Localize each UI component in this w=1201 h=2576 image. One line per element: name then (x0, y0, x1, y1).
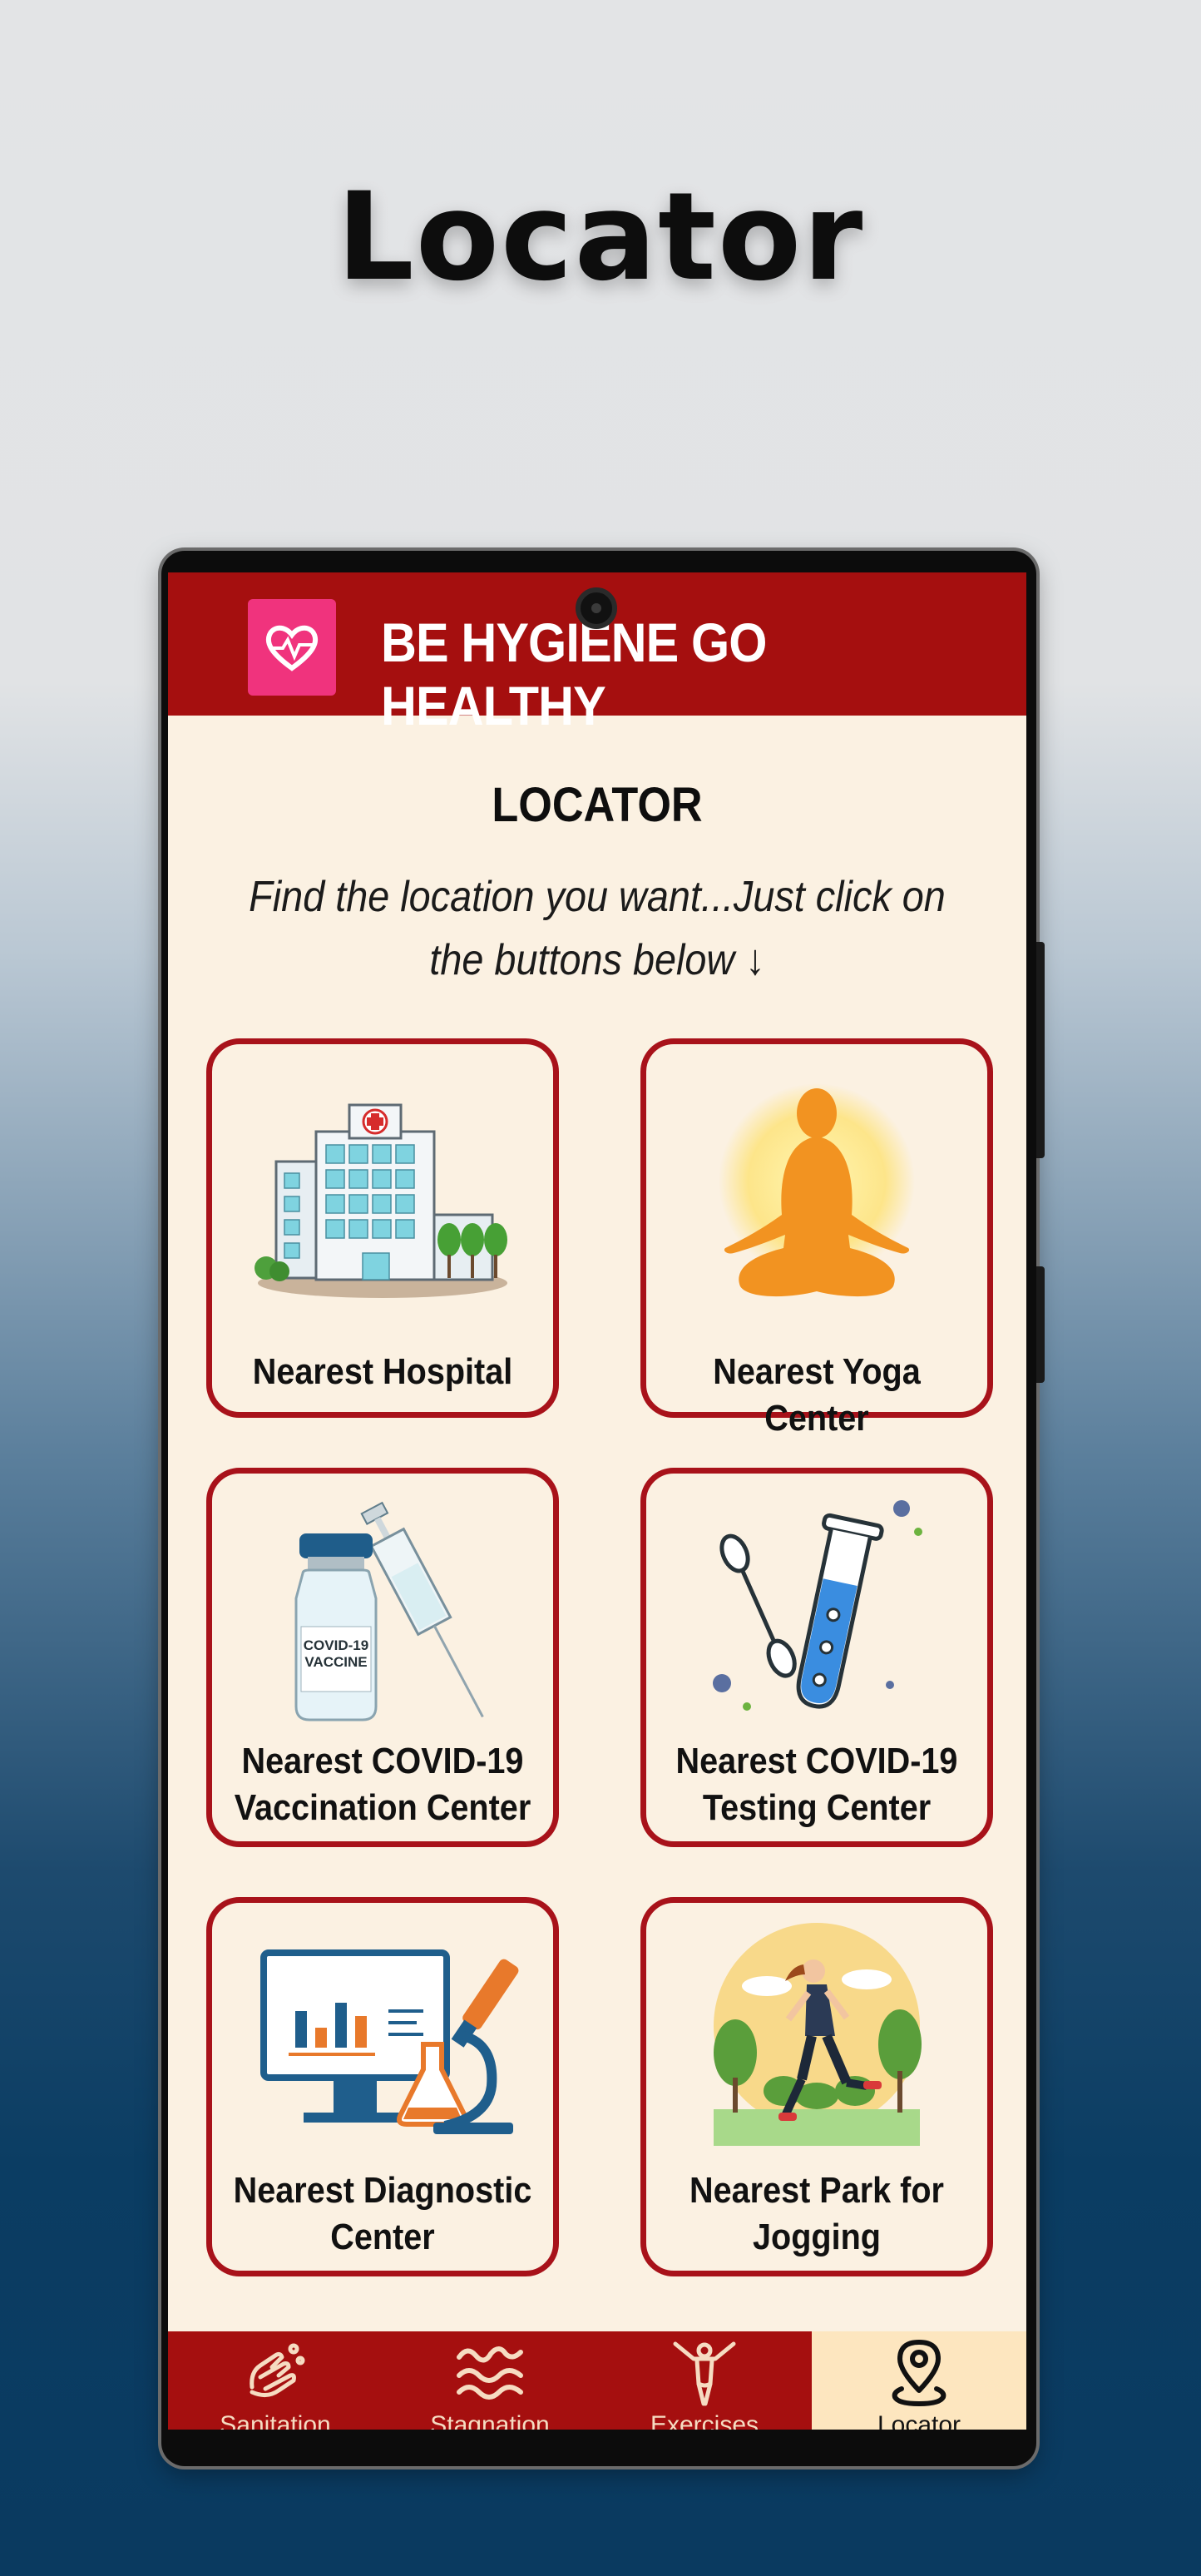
heart-pulse-icon (248, 599, 336, 696)
card-label-line1: Nearest COVID-19 (241, 1741, 524, 1781)
card-label-line1: Nearest Park for (689, 2170, 944, 2211)
card-nearest-diagnostic-center[interactable]: Nearest Diagnostic Center (206, 1897, 559, 2276)
phone-frame: BE HYGIENE GO HEALTHY LOCATOR Find the l… (161, 551, 1045, 2466)
app-screen: BE HYGIENE GO HEALTHY LOCATOR Find the l… (168, 572, 1026, 2430)
card-label-line1: Nearest COVID-19 (675, 1741, 958, 1781)
vaccine-icon: COVID-19 VACCINE (212, 1490, 553, 1731)
nav-item-stagnation[interactable]: Stagnation (383, 2331, 597, 2430)
page-subtitle: Find the location you want...Just click … (249, 873, 946, 984)
jogging-icon (646, 1920, 987, 2161)
card-label-line2: Jogging (753, 2217, 881, 2257)
home-bar (168, 2430, 1026, 2455)
nav-item-sanitation[interactable]: Sanitation (168, 2331, 383, 2430)
nav-label: Stagnation (430, 2411, 550, 2430)
power-button (1036, 1266, 1045, 1383)
vial-label-line1: COVID-19 (304, 1637, 368, 1653)
nav-label: Sanitation (220, 2411, 331, 2430)
yoga-icon (646, 1077, 987, 1319)
bottom-nav: Sanitation Stagnation Exercises Locator (168, 2331, 1026, 2430)
card-label-line2: Center (330, 2217, 435, 2257)
card-label: Nearest Yoga Center (713, 1351, 921, 1439)
hospital-icon (212, 1077, 553, 1319)
card-label-line2: Testing Center (702, 1787, 932, 1828)
card-nearest-park-for-jogging[interactable]: Nearest Park for Jogging (640, 1897, 993, 2276)
nav-item-exercises[interactable]: Exercises (597, 2331, 812, 2430)
card-nearest-covid-vaccination-center[interactable]: COVID-19 VACCINE Nearest COVID-19 Vaccin… (206, 1468, 559, 1847)
nav-label: Exercises (650, 2411, 759, 2430)
app-bar: BE HYGIENE GO HEALTHY (168, 572, 1026, 736)
map-pin-icon (812, 2336, 1026, 2408)
card-label-line2: Vaccination Center (234, 1787, 531, 1828)
app-title: BE HYGIENE GO HEALTHY (381, 612, 767, 736)
promo-title: Locator (336, 166, 865, 308)
card-nearest-yoga-center[interactable]: Nearest Yoga Center (640, 1038, 993, 1439)
front-camera (576, 587, 617, 629)
volume-button (1036, 942, 1045, 1158)
vial-label-line2: VACCINE (304, 1654, 367, 1670)
page-title: LOCATOR (492, 778, 703, 832)
diagnostic-icon (212, 1920, 553, 2161)
nav-label: Locator (877, 2411, 961, 2430)
nav-item-locator[interactable]: Locator (812, 2331, 1026, 2430)
card-label-line1: Nearest Diagnostic (233, 2170, 532, 2211)
stretch-figure-icon (597, 2336, 812, 2408)
test-tube-icon (646, 1490, 987, 1731)
hand-wash-icon (168, 2336, 383, 2408)
water-waves-icon (383, 2336, 597, 2408)
card-label: Nearest Hospital (252, 1351, 513, 1392)
card-nearest-hospital[interactable]: Nearest Hospital (206, 1038, 559, 1418)
card-nearest-covid-testing-center[interactable]: Nearest COVID-19 Testing Center (640, 1468, 993, 1847)
